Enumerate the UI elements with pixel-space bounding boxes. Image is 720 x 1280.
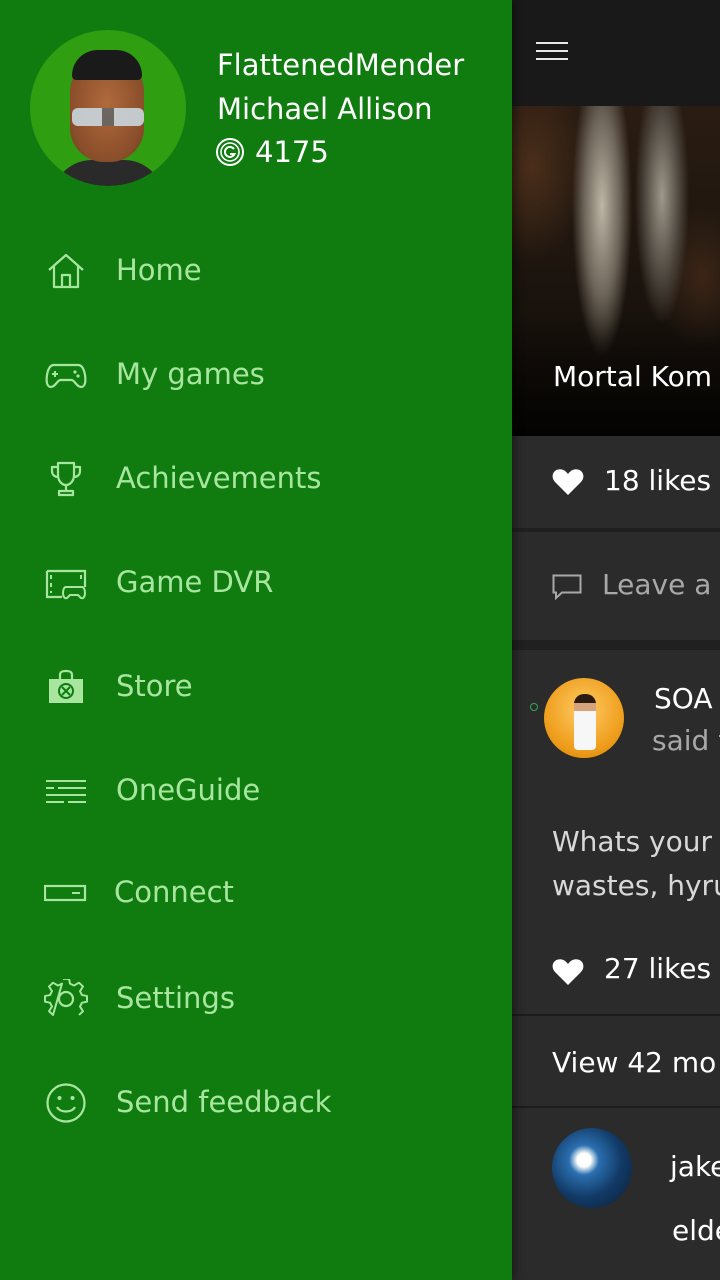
post-body: Whats your f wastes, hyrul (552, 820, 720, 908)
store-icon (49, 669, 83, 703)
reply-author-avatar[interactable] (552, 1128, 632, 1208)
nav-item-send-feedback[interactable]: Send feedback (0, 1055, 512, 1151)
connect-icon (44, 884, 87, 902)
feed-hero-image[interactable]: Mortal Kom (512, 106, 720, 436)
heart-icon[interactable] (552, 958, 584, 986)
feed-post: SOA said t Whats your f wastes, hyrul 27… (512, 650, 720, 1280)
nav-item-settings[interactable]: Settings (0, 951, 512, 1047)
nav-item-store[interactable]: Store (0, 639, 512, 735)
top-app-bar (512, 0, 720, 106)
comment-icon (552, 574, 582, 600)
reply-body: elde (672, 1214, 720, 1247)
nav-item-label: Game DVR (116, 565, 274, 599)
home-icon (48, 253, 84, 289)
nav-item-label: Settings (116, 981, 235, 1015)
gamerscore-icon (216, 138, 244, 166)
post-body-line: wastes, hyrul (552, 869, 720, 902)
comment-input-row[interactable]: Leave a c (512, 532, 720, 640)
game-dvr-icon (45, 569, 87, 600)
likes-row[interactable]: 18 likes (512, 436, 720, 528)
gamertag[interactable]: FlattenedMender (217, 48, 464, 82)
nav-item-label: Connect (114, 875, 234, 909)
post-author-name[interactable]: SOA (654, 682, 712, 715)
nav-item-oneguide[interactable]: OneGuide (0, 743, 512, 839)
hero-title: Mortal Kom (553, 360, 712, 393)
divider (512, 1106, 720, 1108)
post-said-label: said t (652, 724, 720, 757)
smiley-icon (46, 1083, 86, 1123)
heart-icon (552, 469, 584, 495)
nav-item-game-dvr[interactable]: Game DVR (0, 535, 512, 631)
nav-item-home[interactable]: Home (0, 223, 512, 319)
nav-item-my-games[interactable]: My games (0, 327, 512, 423)
post-body-line: Whats your f (552, 825, 720, 858)
likes-count: 18 likes (604, 464, 712, 497)
trophy-icon (50, 461, 82, 497)
nav-item-label: Send feedback (116, 1085, 332, 1119)
nav-item-label: Store (116, 669, 193, 703)
nav-item-label: Achievements (116, 461, 322, 495)
post-author-avatar[interactable] (544, 678, 624, 758)
presence-dot (530, 703, 538, 711)
screen: Mortal Kom 18 likes Leave a c SOA said t… (0, 0, 720, 1280)
divider (512, 1014, 720, 1016)
real-name: Michael Allison (217, 92, 433, 126)
nav-item-label: Home (116, 253, 202, 287)
gamerscore: 4175 (255, 135, 329, 169)
hamburger-menu-icon[interactable] (536, 42, 570, 64)
profile-avatar[interactable] (30, 30, 186, 186)
reply-author-name[interactable]: jake (670, 1150, 720, 1183)
activity-feed: Mortal Kom 18 likes Leave a c SOA said t… (512, 0, 720, 1280)
navigation-drawer: FlattenedMender Michael Allison 4175 Hom… (0, 0, 512, 1280)
nav-item-label: My games (116, 357, 265, 391)
nav-item-connect[interactable]: Connect (0, 845, 512, 941)
nav-item-achievements[interactable]: Achievements (0, 431, 512, 527)
comment-placeholder: Leave a c (602, 568, 720, 601)
nav-item-label: OneGuide (116, 773, 261, 807)
view-more-comments-link[interactable]: View 42 mo (552, 1046, 716, 1079)
oneguide-icon (46, 780, 86, 803)
post-likes-count: 27 likes (604, 952, 712, 985)
controller-icon (45, 363, 87, 389)
gear-icon (44, 979, 88, 1016)
